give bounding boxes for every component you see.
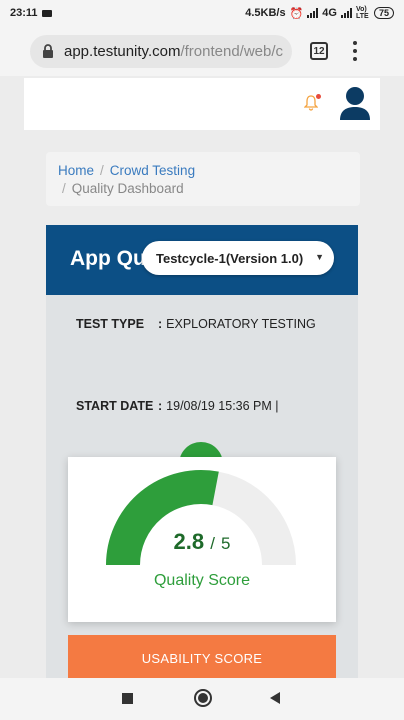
network-type: 4G — [322, 7, 337, 19]
home-icon[interactable] — [194, 689, 212, 707]
recent-apps-icon[interactable] — [122, 693, 133, 704]
status-bar: 23:11 4.5KB/s ⏰ 4G Vo) LTE 75 — [0, 0, 404, 26]
usability-score-button[interactable]: USABILITY SCORE — [68, 635, 336, 678]
status-time: 23:11 — [10, 7, 38, 19]
volte-label: Vo) LTE — [355, 6, 369, 20]
test-type-row: TEST TYPE : EXPLORATORY TESTING — [76, 317, 316, 331]
test-type-label: TEST TYPE — [76, 317, 145, 331]
system-nav-bar — [0, 678, 404, 720]
start-date-row: START DATE : 19/08/19 15:36 PM | — [76, 399, 279, 413]
testcycle-select-value: Testcycle-1(Version 1.0) — [156, 250, 304, 266]
address-bar[interactable]: app.testunity.com/frontend/web/c — [30, 35, 292, 68]
url-host: app.testunity.com — [64, 43, 181, 60]
user-avatar-icon[interactable] — [339, 86, 371, 122]
card-title: App Qu — [70, 247, 146, 270]
start-date-label: START DATE — [76, 399, 154, 413]
quality-score-label: Quality Score — [153, 572, 251, 589]
browser-menu-icon[interactable] — [352, 41, 358, 61]
score-max: 5 — [221, 534, 231, 553]
tab-switcher-button[interactable]: 12 — [310, 42, 328, 60]
score-separator: / — [210, 534, 215, 553]
status-right: 4.5KB/s ⏰ 4G Vo) LTE 75 — [245, 6, 394, 20]
breadcrumb-crowd-testing[interactable]: Crowd Testing — [110, 163, 195, 178]
score-number: 2.8 — [173, 529, 205, 554]
breadcrumb: Home / Crowd Testing / Quality Dashboard — [46, 152, 360, 206]
app-header — [24, 78, 380, 130]
test-type-colon: : — [158, 317, 163, 331]
back-icon[interactable] — [270, 692, 280, 704]
start-date-value: 19/08/19 15:36 PM | — [166, 399, 279, 413]
quality-dashboard-card: App Qu Testcycle-1(Version 1.0) ▼ TEST T… — [46, 225, 358, 678]
alarm-icon: ⏰ — [289, 7, 304, 20]
notification-dot — [316, 94, 321, 99]
chevron-down-icon: ▼ — [315, 252, 324, 262]
signal-2-icon — [340, 8, 352, 18]
start-date-colon: : — [158, 399, 163, 413]
card-header: App Qu Testcycle-1(Version 1.0) ▼ — [46, 225, 358, 295]
testcycle-select[interactable]: Testcycle-1(Version 1.0) ▼ — [142, 241, 334, 275]
url-path: /frontend/web/c — [180, 43, 284, 60]
breadcrumb-current: Quality Dashboard — [71, 181, 184, 196]
video-record-icon — [41, 9, 52, 17]
breadcrumb-separator: / — [100, 163, 104, 178]
browser-toolbar: app.testunity.com/frontend/web/c 12 — [0, 26, 404, 76]
breadcrumb-home[interactable]: Home — [58, 163, 94, 178]
quality-score-value: 2.8 / 5 — [68, 529, 336, 555]
test-type-value: EXPLORATORY TESTING — [166, 317, 316, 331]
battery-icon: 75 — [373, 7, 394, 19]
network-speed: 4.5KB/s — [245, 7, 286, 19]
quality-score-panel: 2.8 / 5 Quality Score — [68, 457, 336, 622]
signal-icon — [307, 8, 319, 18]
breadcrumb-separator: / — [62, 181, 66, 196]
lock-icon — [43, 44, 53, 58]
main-content: Home / Crowd Testing / Quality Dashboard Ap… — [24, 130, 380, 678]
